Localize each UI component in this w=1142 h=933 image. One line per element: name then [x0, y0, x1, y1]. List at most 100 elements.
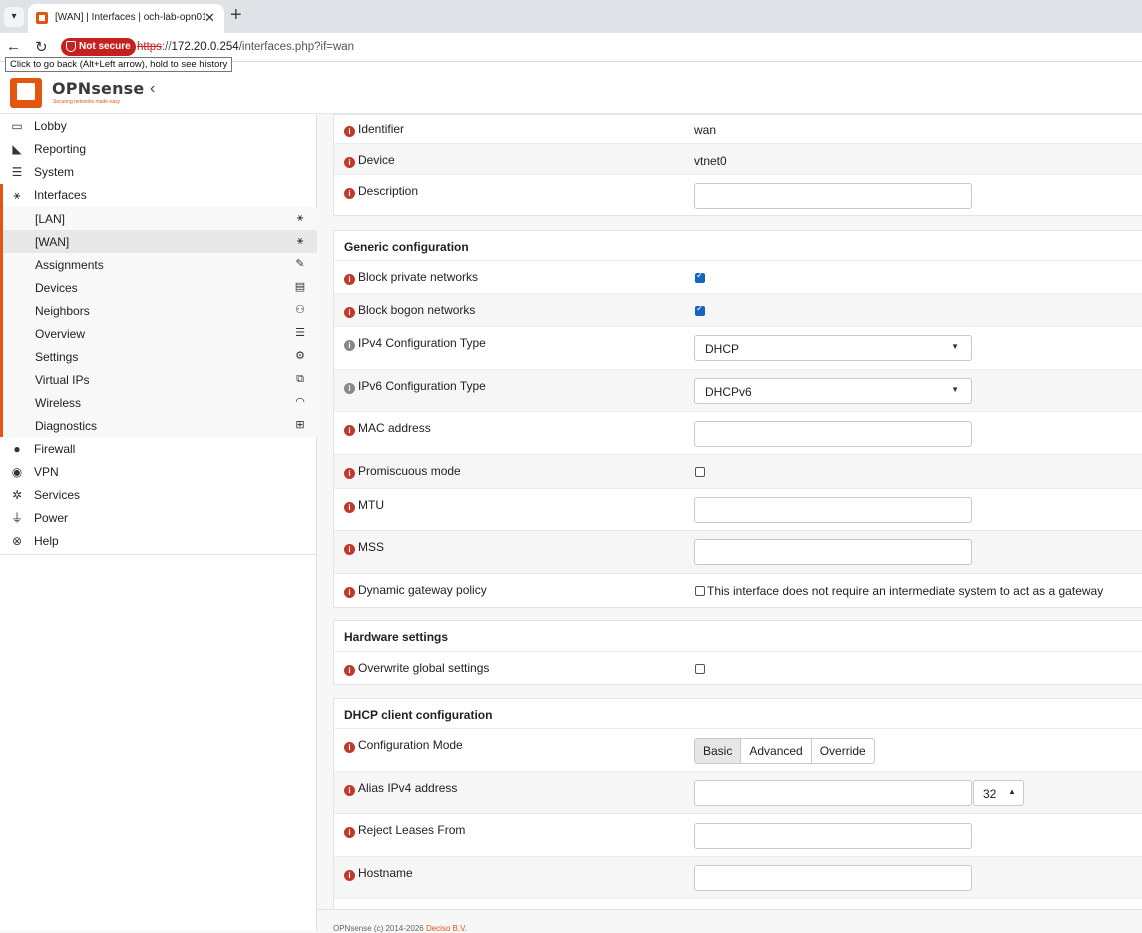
reload-icon[interactable]: ↻ — [35, 38, 48, 56]
collapse-sidebar-chevron-icon[interactable]: ‹ — [150, 80, 155, 98]
fire-icon: ● — [13, 442, 21, 456]
logo-text[interactable]: OPNsense — [52, 79, 144, 98]
alias-ipv4-input[interactable] — [694, 780, 972, 806]
hostname-input[interactable] — [694, 865, 972, 891]
not-secure-badge[interactable]: Not secure — [61, 38, 136, 56]
mode-override-button[interactable]: Override — [812, 739, 874, 763]
info-icon[interactable]: i — [344, 502, 355, 513]
url-separator: :// — [161, 41, 172, 53]
sidebar-subitem-virtual-ips[interactable]: Virtual IPs ⧉ — [0, 368, 317, 391]
sidebar-item-vpn[interactable]: ◉ VPN — [0, 461, 317, 484]
overwrite-global-checkbox[interactable] — [695, 664, 705, 674]
info-icon[interactable]: i — [344, 425, 355, 436]
info-icon[interactable]: i — [344, 870, 355, 881]
sidebar-item-system[interactable]: ☰ System — [0, 161, 317, 184]
sidebar-subitem-overview[interactable]: Overview ☰ — [0, 322, 317, 345]
mac-address-input[interactable] — [694, 421, 972, 447]
mode-basic-button[interactable]: Basic — [695, 739, 742, 763]
info-icon[interactable]: i — [344, 340, 355, 351]
info-icon[interactable]: i — [344, 544, 355, 555]
cog-icon: ✲ — [11, 488, 23, 502]
ipv4-type-value: DHCP — [705, 342, 740, 356]
plug-icon: ⏚ — [10, 511, 23, 525]
block-private-checkbox[interactable] — [695, 270, 705, 283]
sidebar-subitem-assignments[interactable]: Assignments ✎ — [0, 253, 317, 276]
identifier-label: i Identifier — [344, 122, 404, 137]
sidebar-subitem-label: Diagnostics — [35, 419, 98, 433]
laptop-icon: ▭ — [11, 119, 23, 133]
identifier-value: wan — [694, 123, 717, 137]
config-mode-segmented: Basic Advanced Override — [694, 738, 875, 764]
mss-input[interactable] — [694, 539, 972, 565]
reject-leases-input[interactable] — [694, 823, 972, 849]
device-label: i Device — [344, 153, 395, 168]
wifi-icon: ◠ — [295, 396, 305, 408]
sidebar-subitem-diagnostics[interactable]: Diagnostics ⊞ — [0, 414, 317, 437]
archive-icon: ▤ — [294, 281, 306, 293]
info-icon[interactable]: i — [344, 126, 355, 137]
new-tab-plus-icon[interactable]: + — [230, 4, 242, 27]
info-icon[interactable]: i — [344, 742, 355, 753]
info-icon[interactable]: i — [344, 383, 355, 394]
sidebar-item-power[interactable]: ⏚ Power — [0, 507, 317, 530]
main-content: i Identifier wan i Device vtnet0 i Descript… — [333, 114, 1142, 909]
sidebar-subitem-settings[interactable]: Settings ⚙ — [0, 345, 317, 368]
block-bogon-label: i Block bogon networks — [344, 303, 475, 318]
sidebar-subitem-lan[interactable]: [LAN] ⚹ — [0, 207, 317, 230]
mtu-input[interactable] — [694, 497, 972, 523]
ipv6-type-select[interactable]: DHCPv6 ▼ — [694, 378, 972, 404]
dhcp-client-panel: DHCP client configuration i Configuration… — [333, 698, 1142, 909]
gateway-policy-checkbox[interactable] — [695, 586, 705, 596]
sidebar-item-reporting[interactable]: ◣ Reporting — [0, 138, 317, 161]
info-icon[interactable]: i — [344, 785, 355, 796]
info-icon[interactable]: i — [344, 307, 355, 318]
hardware-settings-panel: Hardware settings i Overwrite global sett… — [333, 620, 1142, 685]
sidebar-item-firewall[interactable]: ● Firewall — [0, 438, 317, 461]
promiscuous-checkbox[interactable] — [695, 467, 705, 477]
caret-down-icon: ▼ — [951, 342, 959, 351]
url-text[interactable]: https://172.20.0.254/interfaces.php?if=w… — [137, 41, 354, 53]
sidebar-item-interfaces[interactable]: ⚹ Interfaces — [0, 184, 317, 207]
sidebar-subitem-wan[interactable]: [WAN] ⚹ — [0, 230, 317, 253]
sidebar-subitem-devices[interactable]: Devices ▤ — [0, 276, 317, 299]
ipv4-type-label: i IPv4 Configuration Type — [344, 336, 486, 351]
opnsense-logo-icon[interactable] — [10, 78, 42, 108]
mss-row: i MSS — [334, 531, 1142, 574]
url-host: 172.20.0.254 — [171, 41, 239, 53]
alias-prefix-select[interactable]: 32 ▲ — [973, 780, 1024, 806]
sidebar-item-lobby[interactable]: ▭ Lobby — [0, 115, 317, 138]
sidebar-subitem-label: Neighbors — [35, 304, 90, 318]
info-icon[interactable]: i — [344, 587, 355, 598]
caret-up-icon: ▲ — [1008, 787, 1016, 796]
footer-company-link[interactable]: Deciso B.V. — [426, 924, 467, 933]
sidebar-item-help[interactable]: ⊗ Help — [0, 530, 317, 553]
info-icon[interactable]: i — [344, 468, 355, 479]
caret-down-icon: ▼ — [951, 385, 959, 394]
close-tab-icon[interactable]: ✕ — [204, 10, 215, 26]
promiscuous-row: i Promiscuous mode — [334, 455, 1142, 489]
tab-list-chevron-icon[interactable]: ▾ — [4, 7, 24, 27]
info-icon[interactable]: i — [344, 157, 355, 168]
info-icon[interactable]: i — [344, 188, 355, 199]
back-button-tooltip: Click to go back (Alt+Left arrow), hold … — [5, 57, 233, 72]
browser-tab[interactable]: [WAN] | Interfaces | och-lab-opn01 ✕ — [28, 4, 224, 33]
block-bogon-row: i Block bogon networks — [334, 294, 1142, 327]
sidebar-subitem-neighbors[interactable]: Neighbors ⚇ — [0, 299, 317, 322]
mode-advanced-button[interactable]: Advanced — [741, 739, 812, 763]
mac-address-label: i MAC address — [344, 421, 431, 436]
back-arrow-icon[interactable]: ← — [6, 38, 21, 55]
sidebar-item-services[interactable]: ✲ Services — [0, 484, 317, 507]
alias-ipv4-row: i Alias IPv4 address 32 ▲ — [334, 772, 1142, 814]
device-row: i Device vtnet0 — [334, 144, 1142, 175]
info-icon[interactable]: i — [344, 274, 355, 285]
block-bogon-checkbox[interactable] — [695, 303, 705, 316]
ipv4-type-select[interactable]: DHCP ▼ — [694, 335, 972, 361]
sitemap-icon: ⚹ — [296, 235, 304, 247]
ipv6-type-value: DHCPv6 — [705, 385, 752, 399]
basic-panel: i Identifier wan i Device vtnet0 i Descript… — [333, 114, 1142, 216]
sidebar-item-label: Interfaces — [34, 188, 87, 202]
description-input[interactable] — [694, 183, 972, 209]
info-icon[interactable]: i — [344, 665, 355, 676]
info-icon[interactable]: i — [344, 827, 355, 838]
sidebar-subitem-wireless[interactable]: Wireless ◠ — [0, 391, 317, 414]
